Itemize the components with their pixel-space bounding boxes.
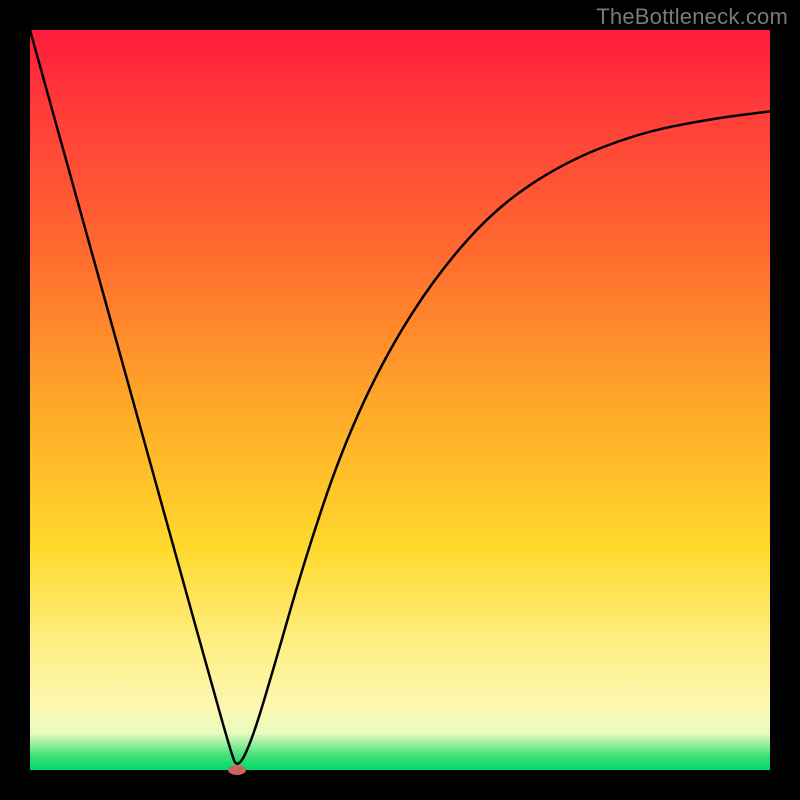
watermark-text: TheBottleneck.com	[596, 4, 788, 30]
bottleneck-curve	[30, 30, 770, 770]
chart-frame: TheBottleneck.com	[0, 0, 800, 800]
plot-area	[30, 30, 770, 770]
optimal-point-marker	[228, 765, 246, 775]
